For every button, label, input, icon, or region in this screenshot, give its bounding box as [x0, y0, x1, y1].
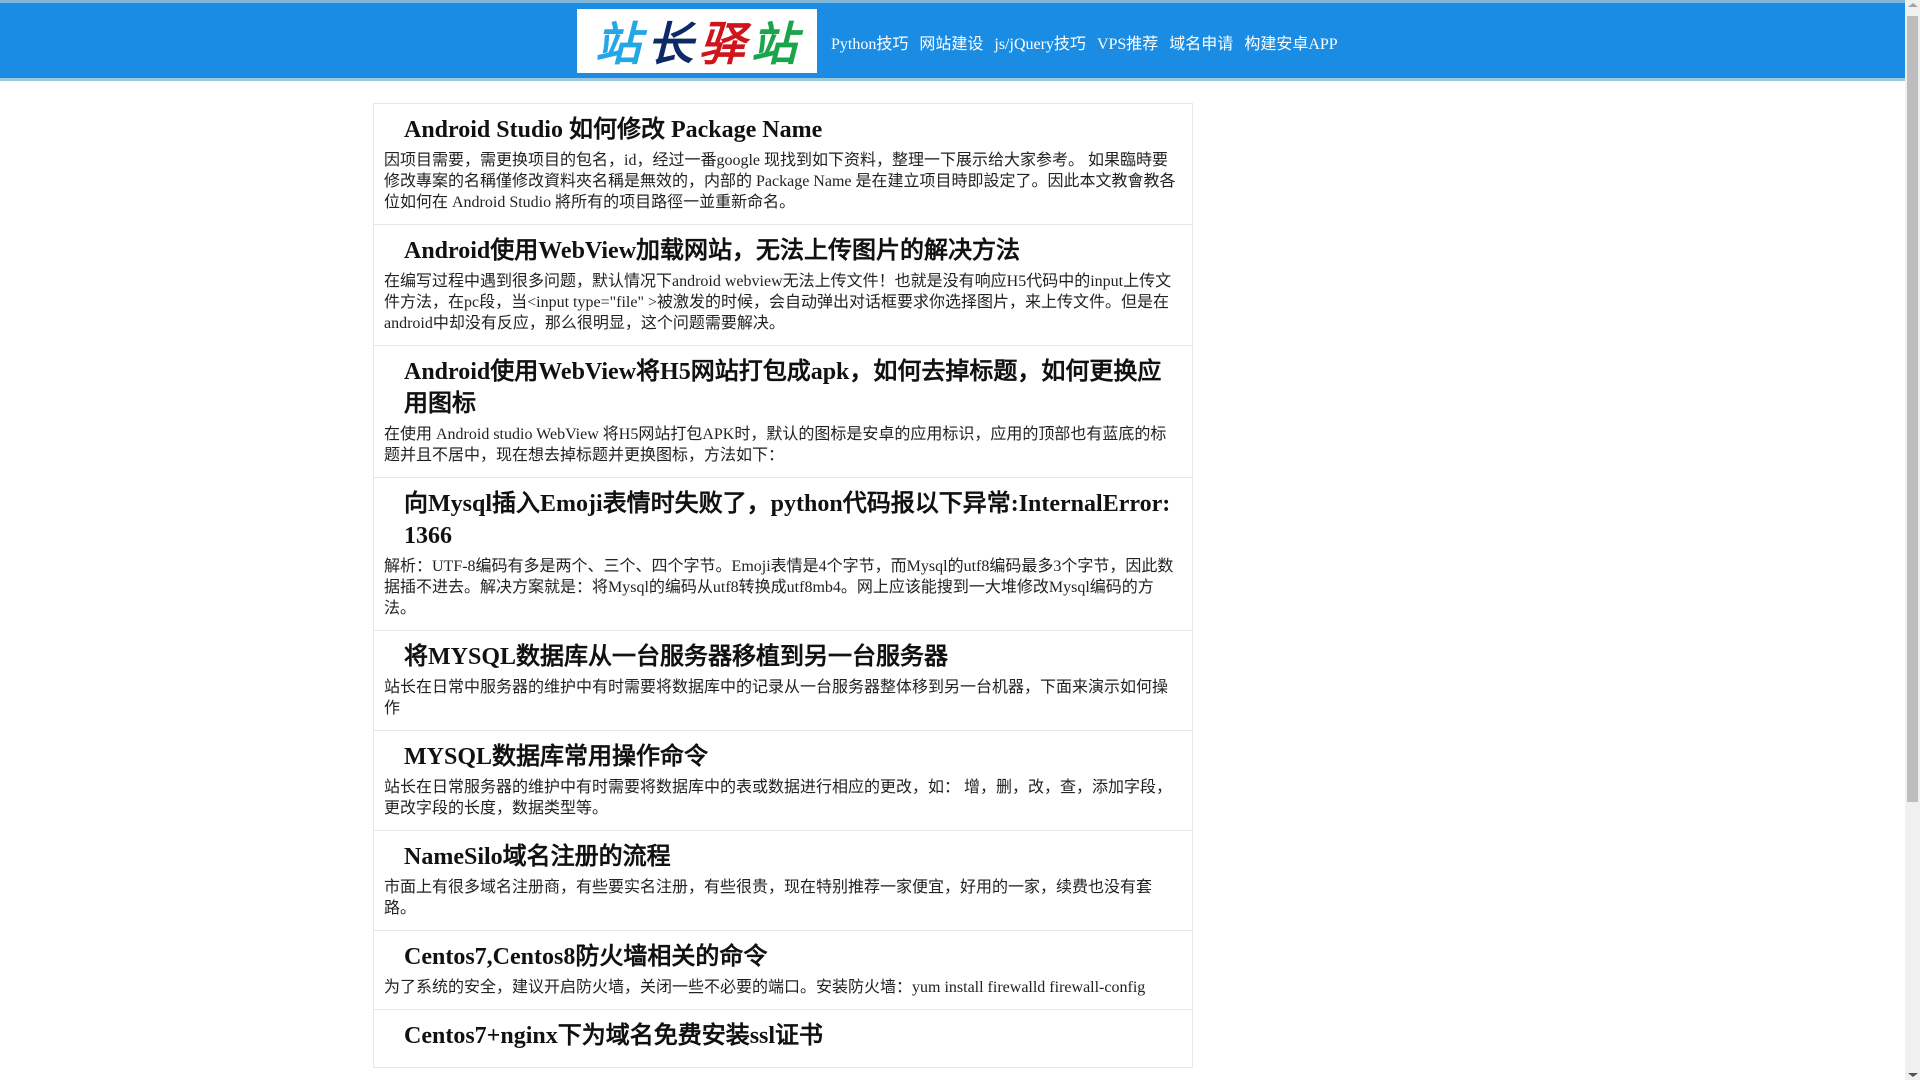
article-title[interactable]: NameSilo域名注册的流程: [384, 841, 1180, 873]
main-nav: Python技巧 网站建设 js/jQuery技巧 VPS推荐 域名申请 构建安…: [831, 30, 1338, 54]
article-title[interactable]: Android使用WebView将H5网站打包成apk，如何去掉标题，如何更换应…: [384, 356, 1180, 420]
nav-python[interactable]: Python技巧: [831, 30, 908, 54]
article-summary: 为了系统的安全，建议开启防火墙，关闭一些不必要的端口。安装防火墙：yum ins…: [384, 979, 1146, 996]
article-item: 向Mysql插入Emoji表情时失败了，python代码报以下异常:Intern…: [374, 478, 1192, 631]
article-summary: 解析：UTF-8编码有多是两个、三个、四个字节。Emoji表情是4个字节，而My…: [384, 558, 1174, 617]
vertical-scrollbar[interactable]: [1905, 0, 1920, 1080]
site-logo[interactable]: 站 长 驿 站: [577, 9, 817, 73]
article-item: Centos7,Centos8防火墙相关的命令为了系统的安全，建议开启防火墙，关…: [374, 931, 1192, 1010]
article-title[interactable]: Android Studio 如何修改 Package Name: [384, 114, 1180, 146]
article-summary: 在编写过程中遇到很多问题，默认情况下android webview无法上传文件！…: [384, 273, 1172, 332]
article-item: 将MYSQL数据库从一台服务器移植到另一台服务器站长在日常中服务器的维护中有时需…: [374, 631, 1192, 731]
nav-jquery[interactable]: js/jQuery技巧: [994, 30, 1086, 54]
nav-website[interactable]: 网站建设: [919, 30, 983, 54]
scroll-up-icon[interactable]: [1908, 3, 1918, 7]
logo-char: 长: [647, 17, 695, 71]
scroll-down-icon[interactable]: [1908, 1073, 1918, 1077]
article-item: Android使用WebView将H5网站打包成apk，如何去掉标题，如何更换应…: [374, 346, 1192, 478]
site-header: 站 长 驿 站 Python技巧 网站建设 js/jQuery技巧 VPS推荐 …: [0, 0, 1905, 81]
article-title[interactable]: 向Mysql插入Emoji表情时失败了，python代码报以下异常:Intern…: [384, 488, 1180, 552]
article-summary: 站长在日常中服务器的维护中有时需要将数据库中的记录从一台服务器整体移到另一台机器…: [384, 679, 1169, 717]
logo-char: 驿: [699, 17, 747, 71]
article-title[interactable]: Centos7+nginx下为域名免费安装ssl证书: [384, 1020, 1180, 1052]
logo-char: 站: [595, 17, 643, 71]
article-item: MYSQL数据库常用操作命令站长在日常服务器的维护中有时需要将数据库中的表或数据…: [374, 731, 1192, 831]
article-item: NameSilo域名注册的流程市面上有很多域名注册商，有些要实名注册，有些很贵，…: [374, 831, 1192, 931]
article-summary: 因项目需要，需更换项目的包名，id，经过一番google 现找到如下资料，整理一…: [384, 152, 1176, 211]
article-item: Centos7+nginx下为域名免费安装ssl证书: [374, 1010, 1192, 1068]
nav-android-app[interactable]: 构建安卓APP: [1244, 30, 1337, 54]
article-item: Android Studio 如何修改 Package Name 因项目需要，需更…: [374, 104, 1192, 225]
article-list: Android Studio 如何修改 Package Name 因项目需要，需更…: [373, 103, 1193, 1068]
article-summary: 市面上有很多域名注册商，有些要实名注册，有些很贵，现在特别推荐一家便宜，好用的一…: [384, 879, 1153, 917]
nav-vps[interactable]: VPS推荐: [1097, 30, 1158, 54]
article-summary: 站长在日常服务器的维护中有时需要将数据库中的表或数据进行相应的更改，如： 增，删…: [384, 779, 1173, 817]
nav-domain[interactable]: 域名申请: [1169, 30, 1233, 54]
article-summary: 在使用 Android studio WebView 将H5网站打包APK时，默…: [384, 426, 1167, 464]
logo-char: 站: [751, 17, 799, 71]
scrollbar-thumb[interactable]: [1907, 16, 1918, 802]
article-title[interactable]: Android使用WebView加载网站，无法上传图片的解决方法: [384, 235, 1180, 267]
article-title[interactable]: 将MYSQL数据库从一台服务器移植到另一台服务器: [384, 641, 1180, 673]
article-title[interactable]: MYSQL数据库常用操作命令: [384, 741, 1180, 773]
article-item: Android使用WebView加载网站，无法上传图片的解决方法在编写过程中遇到…: [374, 225, 1192, 346]
article-title[interactable]: Centos7,Centos8防火墙相关的命令: [384, 941, 1180, 973]
